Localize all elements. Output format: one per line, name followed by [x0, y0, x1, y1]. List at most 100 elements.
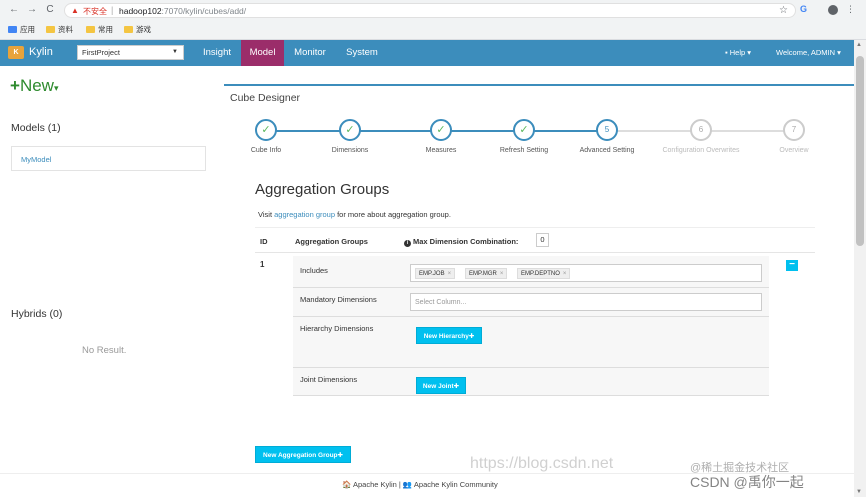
- address-bar[interactable]: ▲ 不安全 | hadoop102:7070/kylin/cubes/add/ …: [64, 3, 796, 18]
- bookmark-label: 应用: [20, 25, 35, 34]
- back-icon[interactable]: ←: [8, 4, 20, 16]
- scroll-up-icon[interactable]: ▲: [856, 42, 862, 48]
- step-label-cube-info[interactable]: Cube Info: [251, 147, 281, 154]
- help-label: Help ▾: [729, 48, 752, 57]
- info-icon[interactable]: i: [404, 240, 411, 247]
- hierarchy-dimensions-label: Hierarchy Dimensions: [300, 324, 374, 333]
- bookmark-label: 常用: [98, 25, 113, 34]
- project-select[interactable]: FirstProject ▼: [77, 45, 184, 60]
- mandatory-dimensions-select[interactable]: Select Column...: [410, 293, 762, 311]
- remove-group-button[interactable]: −: [786, 260, 798, 271]
- plus-icon: +: [10, 76, 20, 95]
- warning-icon: ▲: [71, 6, 79, 15]
- nav-tab-insight[interactable]: Insight: [197, 40, 237, 66]
- insecure-label[interactable]: 不安全: [83, 6, 107, 17]
- models-heading: Models (1): [11, 122, 61, 134]
- step-circle-cube-info[interactable]: ✓: [255, 119, 277, 141]
- bookmark-folder[interactable]: 常用: [86, 24, 113, 35]
- step-circle-advanced-setting[interactable]: 5: [596, 119, 618, 141]
- step-circle-measures[interactable]: ✓: [430, 119, 452, 141]
- step-circle-overview[interactable]: 7: [783, 119, 805, 141]
- visit-prefix: Visit: [258, 210, 275, 219]
- tag-remove-icon[interactable]: ×: [500, 271, 504, 277]
- forward-icon[interactable]: →: [26, 4, 38, 16]
- no-result-text: No Result.: [82, 345, 127, 356]
- step-label-refresh-setting[interactable]: Refresh Setting: [500, 147, 548, 154]
- include-tag-label: EMP.JOB: [419, 271, 445, 277]
- bookmark-label: 资料: [58, 25, 73, 34]
- aggregation-group-link[interactable]: aggregation group: [274, 210, 335, 219]
- step-label-dimensions[interactable]: Dimensions: [332, 147, 369, 154]
- new-aggregation-group-button[interactable]: New Aggregation Group✚: [255, 446, 351, 463]
- watermark-author: CSDN @禹你一起: [690, 474, 804, 490]
- step-circle-dimensions[interactable]: ✓: [339, 119, 361, 141]
- address-separator: |: [111, 5, 114, 15]
- nav-tab-model[interactable]: Model: [241, 40, 284, 66]
- mandatory-dimensions-label: Mandatory Dimensions: [300, 295, 377, 304]
- watermark-url: https://blog.csdn.net: [470, 455, 614, 472]
- folder-icon: [86, 26, 95, 33]
- footer-links[interactable]: 🏠 Apache Kylin | 👥 Apache Kylin Communit…: [342, 480, 498, 489]
- bookmark-folder[interactable]: 游戏: [124, 24, 151, 35]
- bookmark-apps[interactable]: 应用: [8, 24, 35, 35]
- help-menu[interactable]: ▪ Help ▾: [725, 40, 751, 66]
- browser-chrome: ← → C ▲ 不安全 | hadoop102:7070/kylin/cubes…: [0, 0, 866, 40]
- aggregation-help-text: Visit aggregation group for more about a…: [258, 210, 451, 219]
- url-text[interactable]: hadoop102:7070/kylin/cubes/add/: [119, 6, 246, 16]
- url-host: hadoop102: [119, 6, 162, 16]
- bookmark-star-icon[interactable]: ☆: [779, 5, 788, 16]
- step-circle-configuration-overwrites[interactable]: 6: [690, 119, 712, 141]
- menu-icon[interactable]: ⋮: [846, 4, 855, 15]
- aggregation-table-header: ID Aggregation Groups i Max Dimension Com…: [255, 227, 815, 253]
- new-button[interactable]: +New▾: [10, 76, 58, 96]
- kylin-logo[interactable]: K Kylin: [0, 40, 66, 66]
- project-select-value: FirstProject: [82, 48, 120, 57]
- caret-down-icon: ▾: [53, 83, 59, 93]
- reload-icon[interactable]: C: [44, 4, 56, 16]
- translate-extension-icon[interactable]: G: [800, 4, 807, 14]
- cube-designer-title: Cube Designer: [230, 92, 301, 104]
- joint-dimensions-label: Joint Dimensions: [300, 375, 358, 384]
- include-tag[interactable]: EMP.MGR ×: [465, 268, 508, 279]
- tag-remove-icon[interactable]: ×: [448, 271, 452, 277]
- max-dimension-input[interactable]: 0: [536, 233, 549, 247]
- include-tag-label: EMP.DEPTNO: [521, 271, 560, 277]
- includes-input[interactable]: EMP.JOB × EMP.MGR × EMP.DEPTNO ×: [410, 264, 762, 282]
- bookmark-folder[interactable]: 资料: [46, 24, 73, 35]
- step-label-advanced-setting[interactable]: Advanced Setting: [580, 147, 635, 154]
- group-divider: [293, 316, 769, 317]
- group-id: 1: [260, 260, 265, 269]
- includes-label: Includes: [300, 266, 328, 275]
- step-label-overview[interactable]: Overview: [779, 147, 808, 154]
- new-joint-button[interactable]: New Joint✚: [416, 377, 466, 394]
- chevron-down-icon: ▼: [172, 49, 178, 55]
- new-hierarchy-button[interactable]: New Hierarchy✚: [416, 327, 482, 344]
- group-divider: [293, 287, 769, 288]
- step-label-configuration-overwrites[interactable]: Configuration Overwrites: [662, 147, 739, 154]
- model-list-item: MyModel: [11, 146, 206, 171]
- scrollbar-thumb[interactable]: [856, 56, 864, 246]
- col-max-dimension: i Max Dimension Combination:: [404, 237, 518, 247]
- app-navbar: K Kylin FirstProject ▼ Insight Model Mon…: [0, 40, 854, 66]
- new-label: New: [19, 76, 54, 95]
- scroll-down-icon[interactable]: ▼: [856, 489, 862, 495]
- apps-icon: [8, 26, 17, 33]
- folder-icon: [46, 26, 55, 33]
- tag-remove-icon[interactable]: ×: [563, 271, 567, 277]
- aggregation-groups-title: Aggregation Groups: [255, 181, 390, 198]
- hybrids-heading: Hybrids (0): [11, 308, 63, 320]
- kylin-logo-icon: K: [8, 46, 24, 59]
- url-path: :7070/kylin/cubes/add/: [161, 6, 247, 16]
- folder-icon: [124, 26, 133, 33]
- step-circle-refresh-setting[interactable]: ✓: [513, 119, 535, 141]
- page-scrollbar[interactable]: ▲ ▼: [854, 40, 866, 497]
- model-link[interactable]: MyModel: [21, 155, 51, 164]
- nav-tab-system[interactable]: System: [337, 40, 387, 66]
- brand-name: Kylin: [29, 46, 53, 58]
- step-label-measures[interactable]: Measures: [426, 147, 457, 154]
- nav-tab-monitor[interactable]: Monitor: [286, 40, 334, 66]
- user-menu[interactable]: Welcome, ADMIN ▾: [776, 40, 841, 66]
- include-tag[interactable]: EMP.DEPTNO ×: [517, 268, 571, 279]
- include-tag[interactable]: EMP.JOB ×: [415, 268, 456, 279]
- profile-icon[interactable]: [828, 5, 838, 15]
